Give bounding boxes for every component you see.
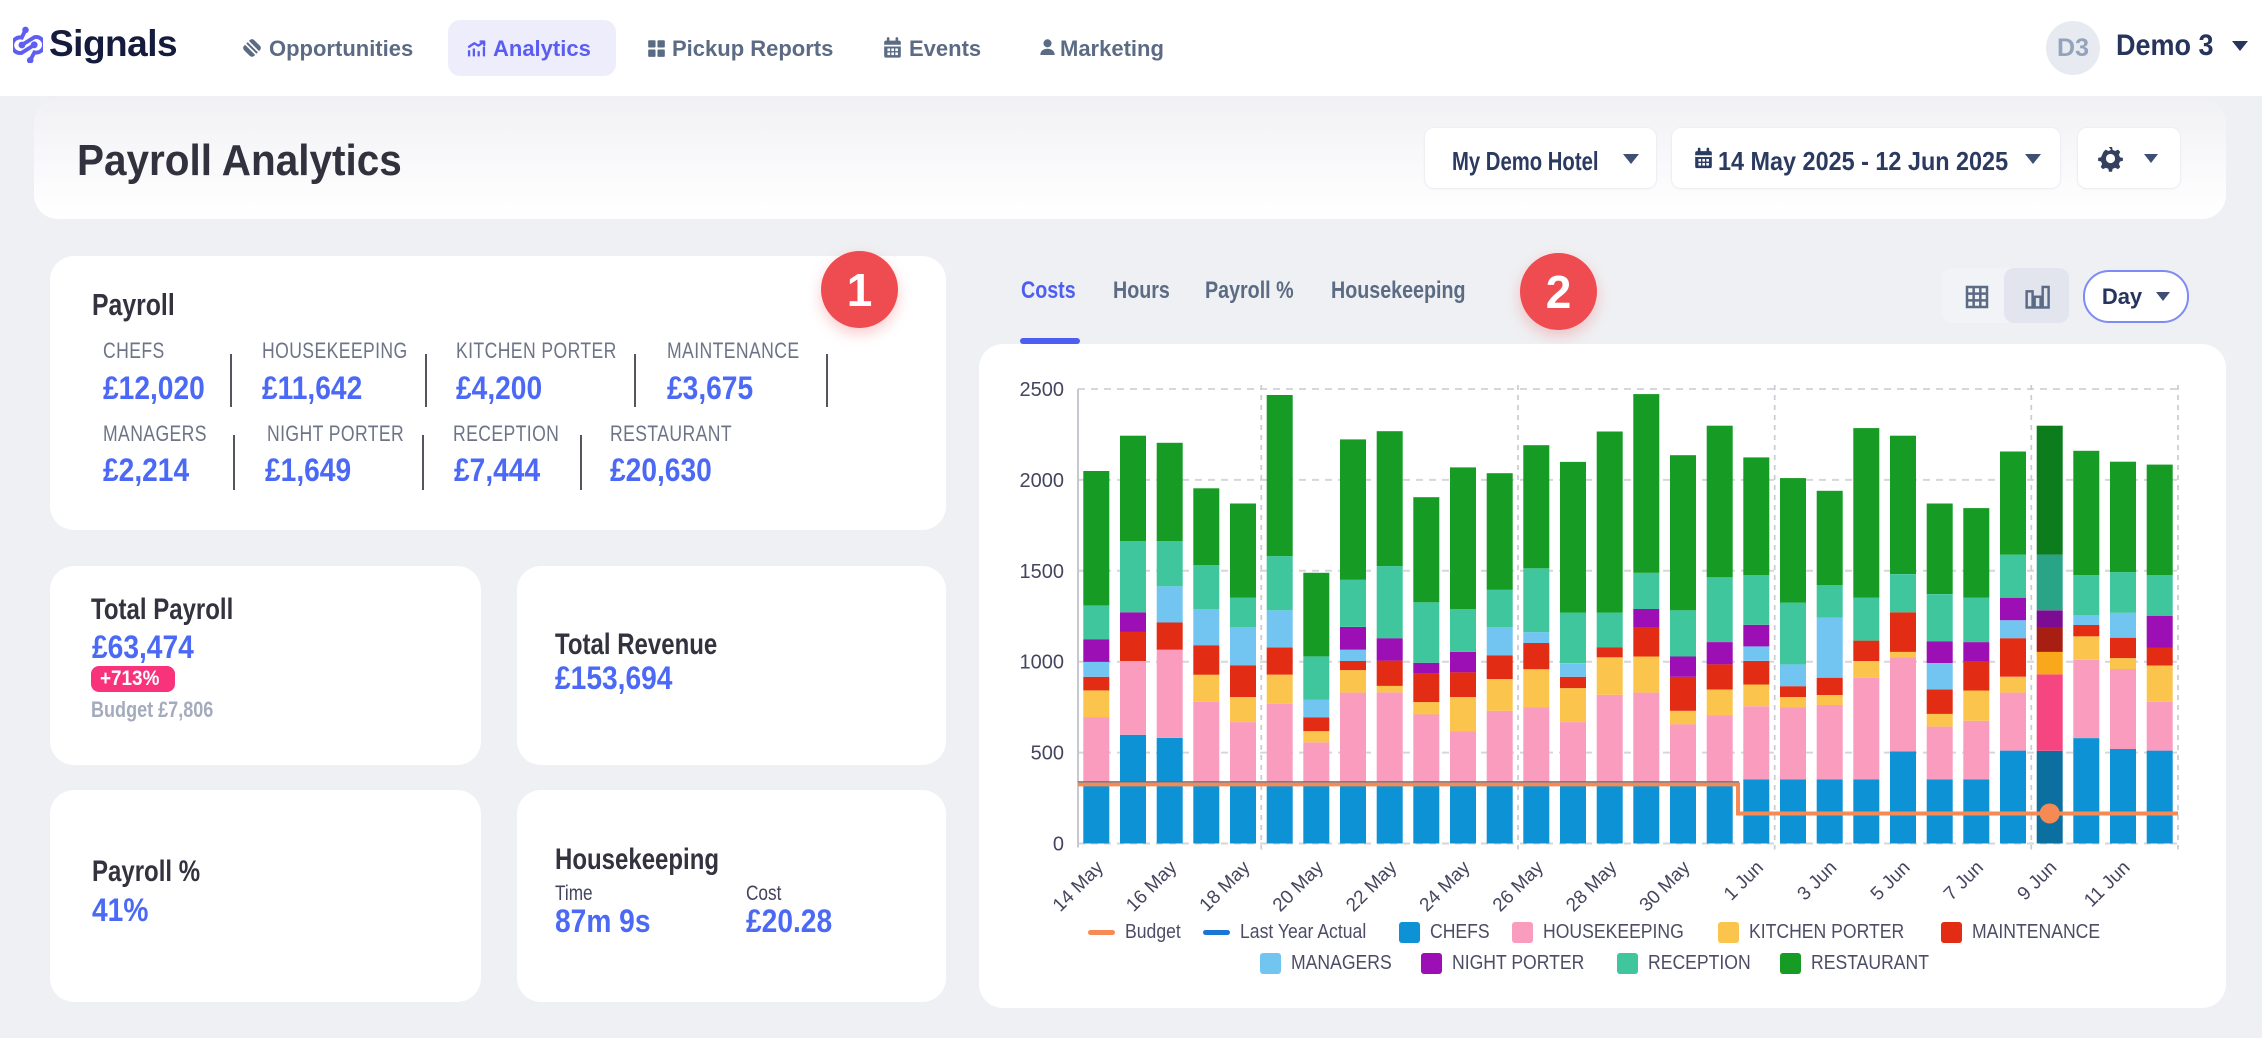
svg-text:30 May: 30 May	[1636, 857, 1695, 916]
svg-text:0: 0	[1053, 834, 1064, 856]
svg-text:7 Jun: 7 Jun	[1940, 857, 1988, 905]
svg-text:18 May: 18 May	[1196, 857, 1255, 916]
svg-text:1 Jun: 1 Jun	[1720, 857, 1768, 905]
svg-text:16 May: 16 May	[1122, 857, 1181, 916]
svg-text:26 May: 26 May	[1489, 857, 1548, 916]
svg-text:14 May: 14 May	[1049, 857, 1108, 916]
svg-text:5 Jun: 5 Jun	[1867, 857, 1915, 905]
svg-text:500: 500	[1031, 743, 1064, 765]
svg-text:24 May: 24 May	[1416, 857, 1475, 916]
svg-text:11 Jun: 11 Jun	[2080, 857, 2134, 911]
svg-text:2000: 2000	[1020, 470, 1065, 492]
svg-text:3 Jun: 3 Jun	[1794, 857, 1842, 905]
svg-text:2500: 2500	[1020, 379, 1065, 401]
svg-text:1500: 1500	[1020, 561, 1065, 583]
svg-text:9 Jun: 9 Jun	[2014, 857, 2062, 905]
svg-text:20 May: 20 May	[1269, 857, 1328, 916]
svg-text:28 May: 28 May	[1562, 857, 1621, 916]
svg-text:1000: 1000	[1020, 652, 1065, 674]
svg-text:22 May: 22 May	[1342, 857, 1401, 916]
